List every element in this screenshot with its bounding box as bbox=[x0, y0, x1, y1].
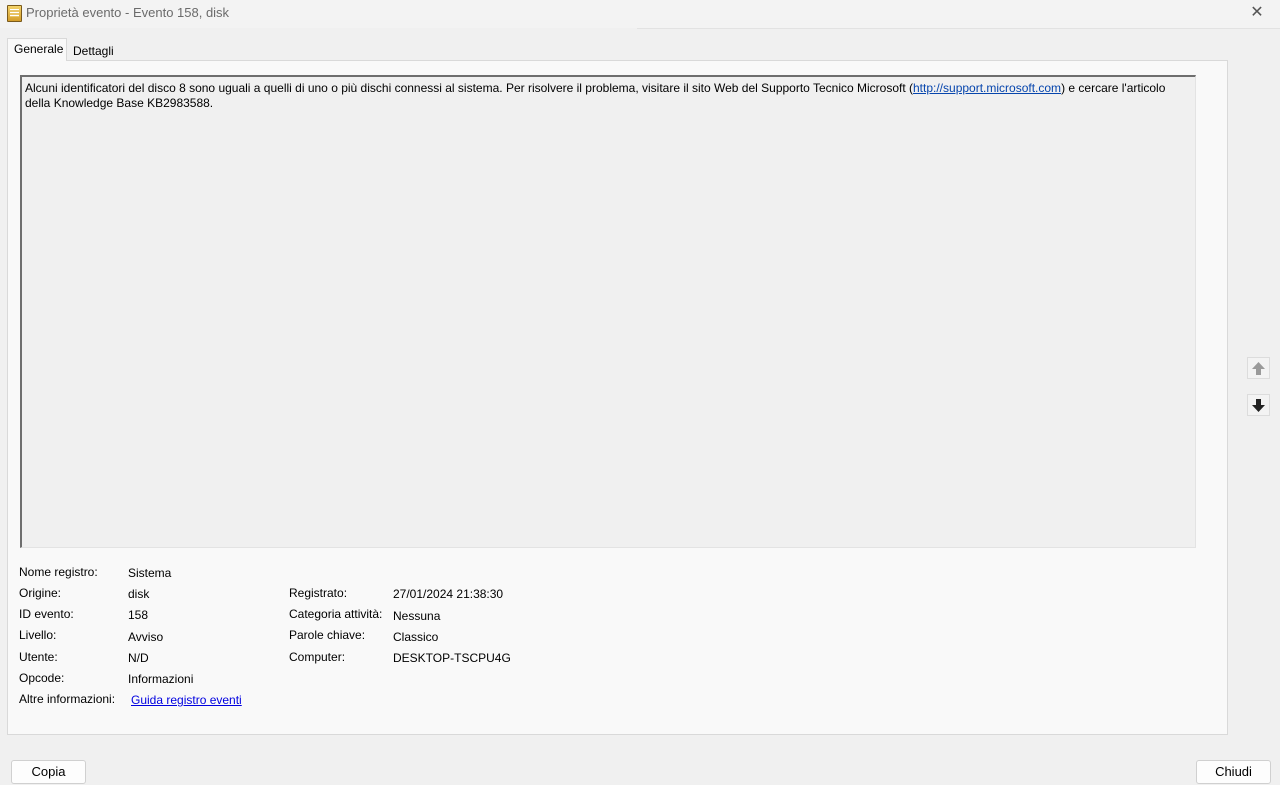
title-divider bbox=[0, 28, 637, 29]
close-icon[interactable]: ✕ bbox=[1234, 0, 1280, 28]
close-button[interactable]: Chiudi bbox=[1196, 760, 1271, 784]
event-properties-window: Proprietà evento - Evento 158, disk ✕ Ge… bbox=[0, 0, 1280, 785]
event-viewer-icon bbox=[7, 5, 22, 22]
description-text-start: Alcuni identificatori del disco 8 sono u… bbox=[25, 81, 913, 95]
next-event-button[interactable] bbox=[1247, 394, 1270, 416]
copy-button[interactable]: Copia bbox=[11, 760, 86, 784]
user-value: N/D bbox=[128, 651, 149, 665]
source-label: Origine: bbox=[19, 586, 62, 600]
window-title: Proprietà evento - Evento 158, disk bbox=[26, 5, 230, 20]
title-divider-right bbox=[637, 28, 1280, 29]
computer-label: Computer: bbox=[289, 650, 346, 664]
task-category-label: Categoria attività: bbox=[289, 607, 383, 621]
level-value: Avviso bbox=[128, 630, 164, 644]
source-value: disk bbox=[128, 587, 150, 601]
log-name-value: Sistema bbox=[128, 566, 172, 580]
title-bar: Proprietà evento - Evento 158, disk ✕ bbox=[0, 0, 1280, 28]
more-info-label: Altre informazioni: bbox=[19, 692, 116, 706]
opcode-label: Opcode: bbox=[19, 671, 65, 685]
task-category-value: Nessuna bbox=[393, 609, 441, 623]
level-label: Livello: bbox=[19, 628, 57, 642]
user-label: Utente: bbox=[19, 650, 58, 664]
arrow-up-icon bbox=[1252, 361, 1265, 375]
event-id-value: 158 bbox=[128, 608, 149, 622]
tab-general[interactable]: Generale bbox=[7, 38, 67, 61]
arrow-down-icon bbox=[1252, 398, 1265, 412]
keywords-label: Parole chiave: bbox=[289, 628, 366, 642]
logged-value: 27/01/2024 21:38:30 bbox=[393, 587, 504, 601]
computer-value: DESKTOP-TSCPU4G bbox=[393, 651, 511, 665]
event-log-help-link[interactable]: Guida registro eventi bbox=[131, 693, 242, 707]
event-description[interactable]: Alcuni identificatori del disco 8 sono u… bbox=[20, 75, 1196, 548]
event-id-label: ID evento: bbox=[19, 607, 74, 621]
tab-details[interactable]: Dettagli bbox=[67, 41, 121, 63]
logged-label: Registrato: bbox=[289, 586, 348, 600]
opcode-value: Informazioni bbox=[128, 672, 194, 686]
keywords-value: Classico bbox=[393, 630, 439, 644]
support-link[interactable]: http://support.microsoft.com bbox=[913, 81, 1061, 95]
log-name-label: Nome registro: bbox=[19, 565, 98, 579]
previous-event-button[interactable] bbox=[1247, 357, 1270, 379]
